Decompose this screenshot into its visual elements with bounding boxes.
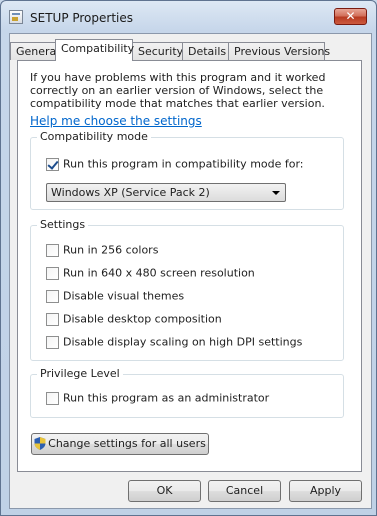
apply-button[interactable]: Apply (289, 480, 362, 502)
setup-app-icon (9, 10, 23, 24)
setting-disable-themes-checkbox[interactable] (46, 289, 59, 303)
compatibility-panel: If you have problems with this program a… (17, 60, 362, 472)
tab-compatibility[interactable]: Compatibility (55, 39, 134, 61)
setting-256-colors-label: Run in 256 colors (63, 243, 159, 257)
setting-disable-composition[interactable]: Disable desktop composition (46, 312, 222, 326)
cancel-button[interactable]: Cancel (208, 480, 281, 502)
setting-disable-themes-label: Disable visual themes (63, 289, 185, 303)
setting-disable-themes[interactable]: Disable visual themes (46, 289, 184, 303)
compat-mode-label: Run this program in compatibility mode f… (63, 157, 304, 171)
privilege-title: Privilege Level (37, 367, 123, 380)
intro-text: If you have problems with this program a… (30, 71, 326, 110)
setting-256-colors[interactable]: Run in 256 colors (46, 243, 158, 257)
help-link[interactable]: Help me choose the settings (30, 114, 202, 128)
os-select[interactable]: Windows XP (Service Pack 2) (46, 183, 286, 202)
os-select-value: Windows XP (Service Pack 2) (51, 186, 210, 199)
window-title: SETUP Properties (30, 11, 134, 25)
setting-640x480-checkbox[interactable] (46, 266, 59, 280)
run-as-admin-checkbox[interactable] (46, 391, 59, 405)
change-settings-label: Change settings for all users (48, 437, 206, 450)
ok-button[interactable]: OK (128, 480, 201, 502)
setting-640x480[interactable]: Run in 640 x 480 screen resolution (46, 266, 255, 280)
setting-disable-dpi-scaling[interactable]: Disable display scaling on high DPI sett… (46, 335, 302, 349)
chevron-down-icon (272, 191, 280, 195)
close-button[interactable]: ✕ (334, 8, 367, 25)
setting-disable-dpi-scaling-label: Disable display scaling on high DPI sett… (63, 335, 303, 349)
compatibility-mode-group: Compatibility mode Run this program in c… (30, 130, 344, 210)
run-as-admin-row[interactable]: Run this program as an administrator (46, 391, 269, 405)
tab-security[interactable]: Security (132, 42, 183, 60)
tab-general[interactable]: General (10, 42, 59, 60)
title-bar[interactable]: SETUP Properties ✕ (1, 1, 376, 33)
setting-disable-composition-checkbox[interactable] (46, 312, 59, 326)
tab-details[interactable]: Details (182, 42, 229, 60)
setting-640x480-label: Run in 640 x 480 screen resolution (63, 266, 255, 280)
setting-disable-composition-label: Disable desktop composition (63, 312, 222, 326)
compat-mode-row[interactable]: Run this program in compatibility mode f… (46, 157, 304, 171)
change-settings-all-users-button[interactable]: Change settings for all users (31, 433, 209, 455)
run-as-admin-label: Run this program as an administrator (63, 391, 270, 405)
privilege-group: Privilege Level Run this program as an a… (30, 367, 344, 418)
setting-disable-dpi-scaling-checkbox[interactable] (46, 335, 59, 349)
settings-title: Settings (37, 218, 89, 231)
settings-group: Settings Run in 256 colors Run in 640 x … (30, 218, 344, 361)
compat-mode-checkbox[interactable] (46, 157, 59, 171)
tab-previous-versions[interactable]: Previous Versions (228, 42, 330, 60)
compatibility-mode-title: Compatibility mode (37, 130, 151, 143)
properties-window: SETUP Properties ✕ General Compatibility… (0, 0, 377, 516)
close-icon: ✕ (345, 9, 356, 23)
setting-256-colors-checkbox[interactable] (46, 243, 59, 257)
uac-shield-icon (34, 436, 46, 450)
